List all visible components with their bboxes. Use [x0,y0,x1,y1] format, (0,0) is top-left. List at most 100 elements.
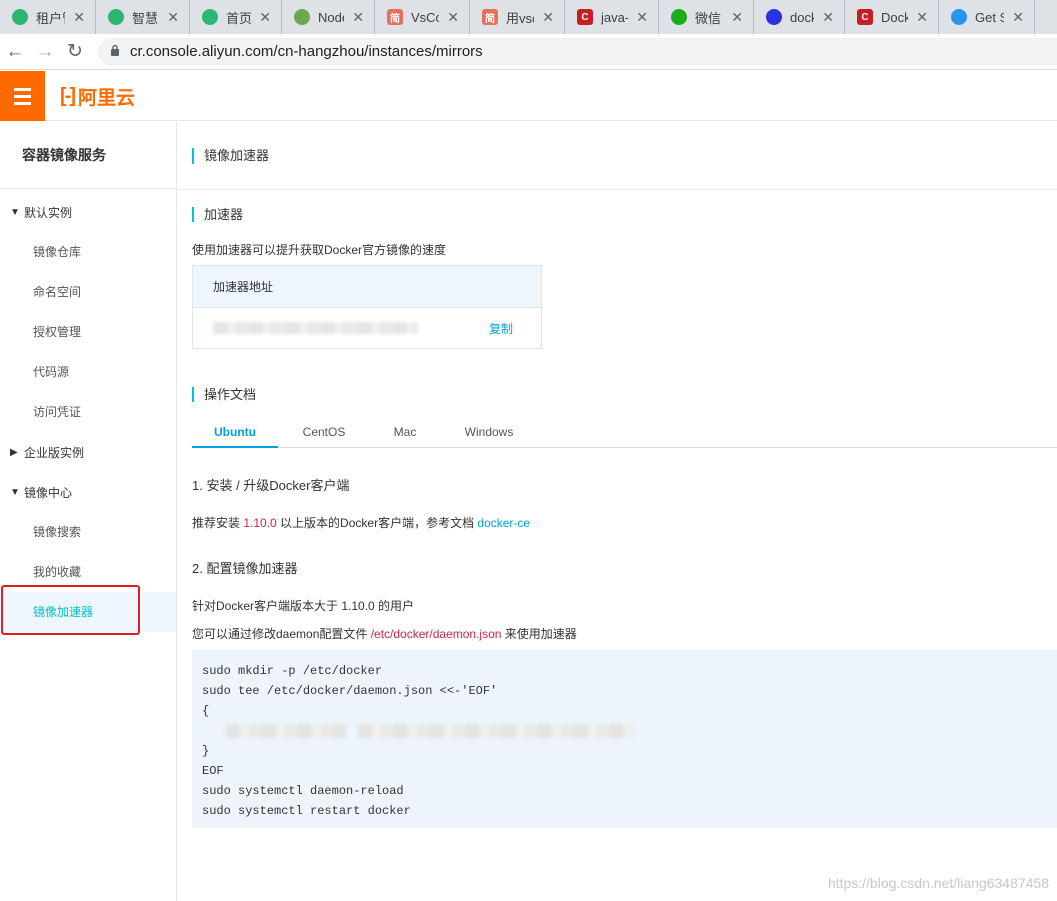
lock-icon [110,43,120,60]
browser-tab[interactable]: dock ✕ [754,0,845,34]
close-icon[interactable]: ✕ [1012,9,1024,26]
aliyun-logo-mark: [-] [60,84,76,107]
browser-tab-title: 租户管 [36,10,65,26]
sidebar-item-authorization[interactable]: 授权管理 [0,312,176,352]
close-icon[interactable]: ✕ [352,9,364,26]
accelerator-description: 使用加速器可以提升获取Docker官方镜像的速度 [192,243,447,257]
sidebar-group-enterprise-instance[interactable]: ▶ 企业版实例 [0,432,176,472]
browser-tab-title: VsCo [411,9,440,25]
close-icon[interactable]: ✕ [447,9,459,26]
browser-tab[interactable]: 简 VsCo ✕ [375,0,470,34]
app-icon [12,9,28,25]
back-arrow-icon[interactable]: ← [0,37,30,67]
browser-tab-title: Get S [975,9,1005,25]
forward-arrow-icon[interactable]: → [30,37,60,67]
browser-tab[interactable]: 简用vsc ✕ [470,0,565,34]
close-icon[interactable]: ✕ [167,9,179,26]
browser-tab-title: 智慧园 [132,10,159,26]
code-line: } [202,744,210,758]
browser-tab-title: java- [601,9,629,25]
step2-line1: 针对Docker客户端版本大于 1.10.0 的用户 [192,599,415,613]
aliyun-logo[interactable]: [-] 阿里云 [60,84,135,109]
redacted-registry-url [358,724,634,738]
close-icon[interactable]: ✕ [636,9,648,26]
reload-icon[interactable]: ↻ [60,37,90,67]
sidebar: 容器镜像服务 ▼ 默认实例 镜像仓库 命名空间 授权管理 代码源 访问凭证 ▶ … [0,122,177,901]
code-line-redacted [202,721,1047,741]
browser-tab[interactable]: 智慧园 ✕ [96,0,190,34]
caret-down-icon: ▼ [10,486,20,498]
close-icon[interactable]: ✕ [542,9,554,26]
code-line: sudo mkdir -p /etc/docker [202,664,383,678]
close-icon[interactable]: ✕ [73,9,85,26]
browser-tab[interactable]: 微信 ✕ [659,0,754,34]
close-icon[interactable]: ✕ [822,9,834,26]
os-tabs: Ubuntu CentOS Mac Windows [192,425,1057,448]
browser-tab[interactable]: C Dock ✕ [845,0,939,34]
table-header: 加速器地址 [193,266,541,308]
nodejs-icon [294,9,310,25]
close-icon[interactable]: ✕ [731,9,743,26]
sidebar-item-code-source[interactable]: 代码源 [0,352,176,392]
step1-description: 推荐安装 1.10.0 以上版本的Docker客户端，参考文档 docker-c… [192,516,531,530]
csdn-icon: C [577,9,593,25]
sidebar-item-namespaces[interactable]: 命名空间 [0,272,176,312]
tab-centos[interactable]: CentOS [278,425,370,448]
code-block[interactable]: sudo mkdir -p /etc/docker sudo tee /etc/… [192,650,1057,828]
close-icon[interactable]: ✕ [259,9,271,26]
accelerator-section-title: 加速器 [192,206,244,224]
step2-title: 2. 配置镜像加速器 [192,561,298,576]
caret-down-icon: ▼ [10,206,20,218]
close-icon[interactable]: ✕ [916,9,928,26]
browser-tab-strip: 租户管✕智慧园✕首页✕Node✕简VsCo✕简用vsc✕Cjava-✕微信✕do… [0,0,1057,34]
sidebar-group-label: 默认实例 [24,205,73,220]
baidu-icon [766,9,782,25]
sidebar-title: 容器镜像服务 [0,122,176,189]
tab-mac[interactable]: Mac [370,425,440,448]
console-topbar: [-] 阿里云 [0,71,1057,121]
config-path: /etc/docker/daemon.json [370,627,502,641]
redacted-accelerator-url [213,322,418,334]
watermark: https://blog.csdn.net/liang63487458 [827,875,1049,891]
sidebar-item-repositories[interactable]: 镜像仓库 [0,232,176,272]
code-line: sudo systemctl daemon-reload [202,784,404,798]
browser-tab[interactable]: 租户管 ✕ [0,0,96,34]
page-title: 镜像加速器 [192,147,269,164]
browser-tab[interactable]: Get S ✕ [939,0,1035,34]
annotation-highlight-box [1,585,140,635]
redacted-registry-key [226,724,346,738]
app-icon [108,9,124,25]
caret-right-icon: ▶ [10,446,18,458]
browser-tab[interactable]: 首页 ✕ [190,0,282,34]
browser-tab-title: dock [790,9,815,25]
sidebar-group-label: 企业版实例 [24,445,85,460]
wechat-icon [671,9,687,25]
jianshu-icon: 简 [482,9,498,25]
browser-tab-title: 微信 [695,10,722,26]
page-header: 镜像加速器 [178,122,1057,190]
address-bar[interactable]: cr.console.aliyun.com/cn-hangzhou/instan… [98,37,1057,66]
browser-tab-title: 首页 [226,10,252,26]
browser-toolbar: ← → ↻ cr.console.aliyun.com/cn-hangzhou/… [0,34,1057,70]
sidebar-item-image-search[interactable]: 镜像搜索 [0,512,176,552]
copy-link[interactable]: 复制 [489,320,513,337]
browser-tab[interactable]: Node ✕ [282,0,375,34]
code-line: EOF [202,764,224,778]
tab-windows[interactable]: Windows [440,425,538,448]
code-line: sudo tee /etc/docker/daemon.json <<-'EOF… [202,684,498,698]
docker-ce-link[interactable]: docker-ce [477,516,530,530]
sidebar-group-image-center[interactable]: ▼ 镜像中心 [0,472,176,512]
main-content: 镜像加速器 加速器 使用加速器可以提升获取Docker官方镜像的速度 加速器地址… [178,122,1057,901]
code-line: { [202,704,210,718]
url-text: cr.console.aliyun.com/cn-hangzhou/instan… [130,43,483,60]
sidebar-item-access-credentials[interactable]: 访问凭证 [0,392,176,432]
browser-tab-title: 用vsc [506,10,534,26]
tab-ubuntu[interactable]: Ubuntu [192,425,278,448]
hamburger-menu-icon[interactable] [0,71,45,121]
browser-tab-title: Node [318,9,344,25]
step1-title: 1. 安装 / 升级Docker客户端 [192,478,350,493]
browser-tab-title: Dock [881,9,909,25]
sidebar-group-default-instance[interactable]: ▼ 默认实例 [0,192,176,232]
sidebar-group-label: 镜像中心 [24,485,73,500]
browser-tab[interactable]: Cjava- ✕ [565,0,659,34]
